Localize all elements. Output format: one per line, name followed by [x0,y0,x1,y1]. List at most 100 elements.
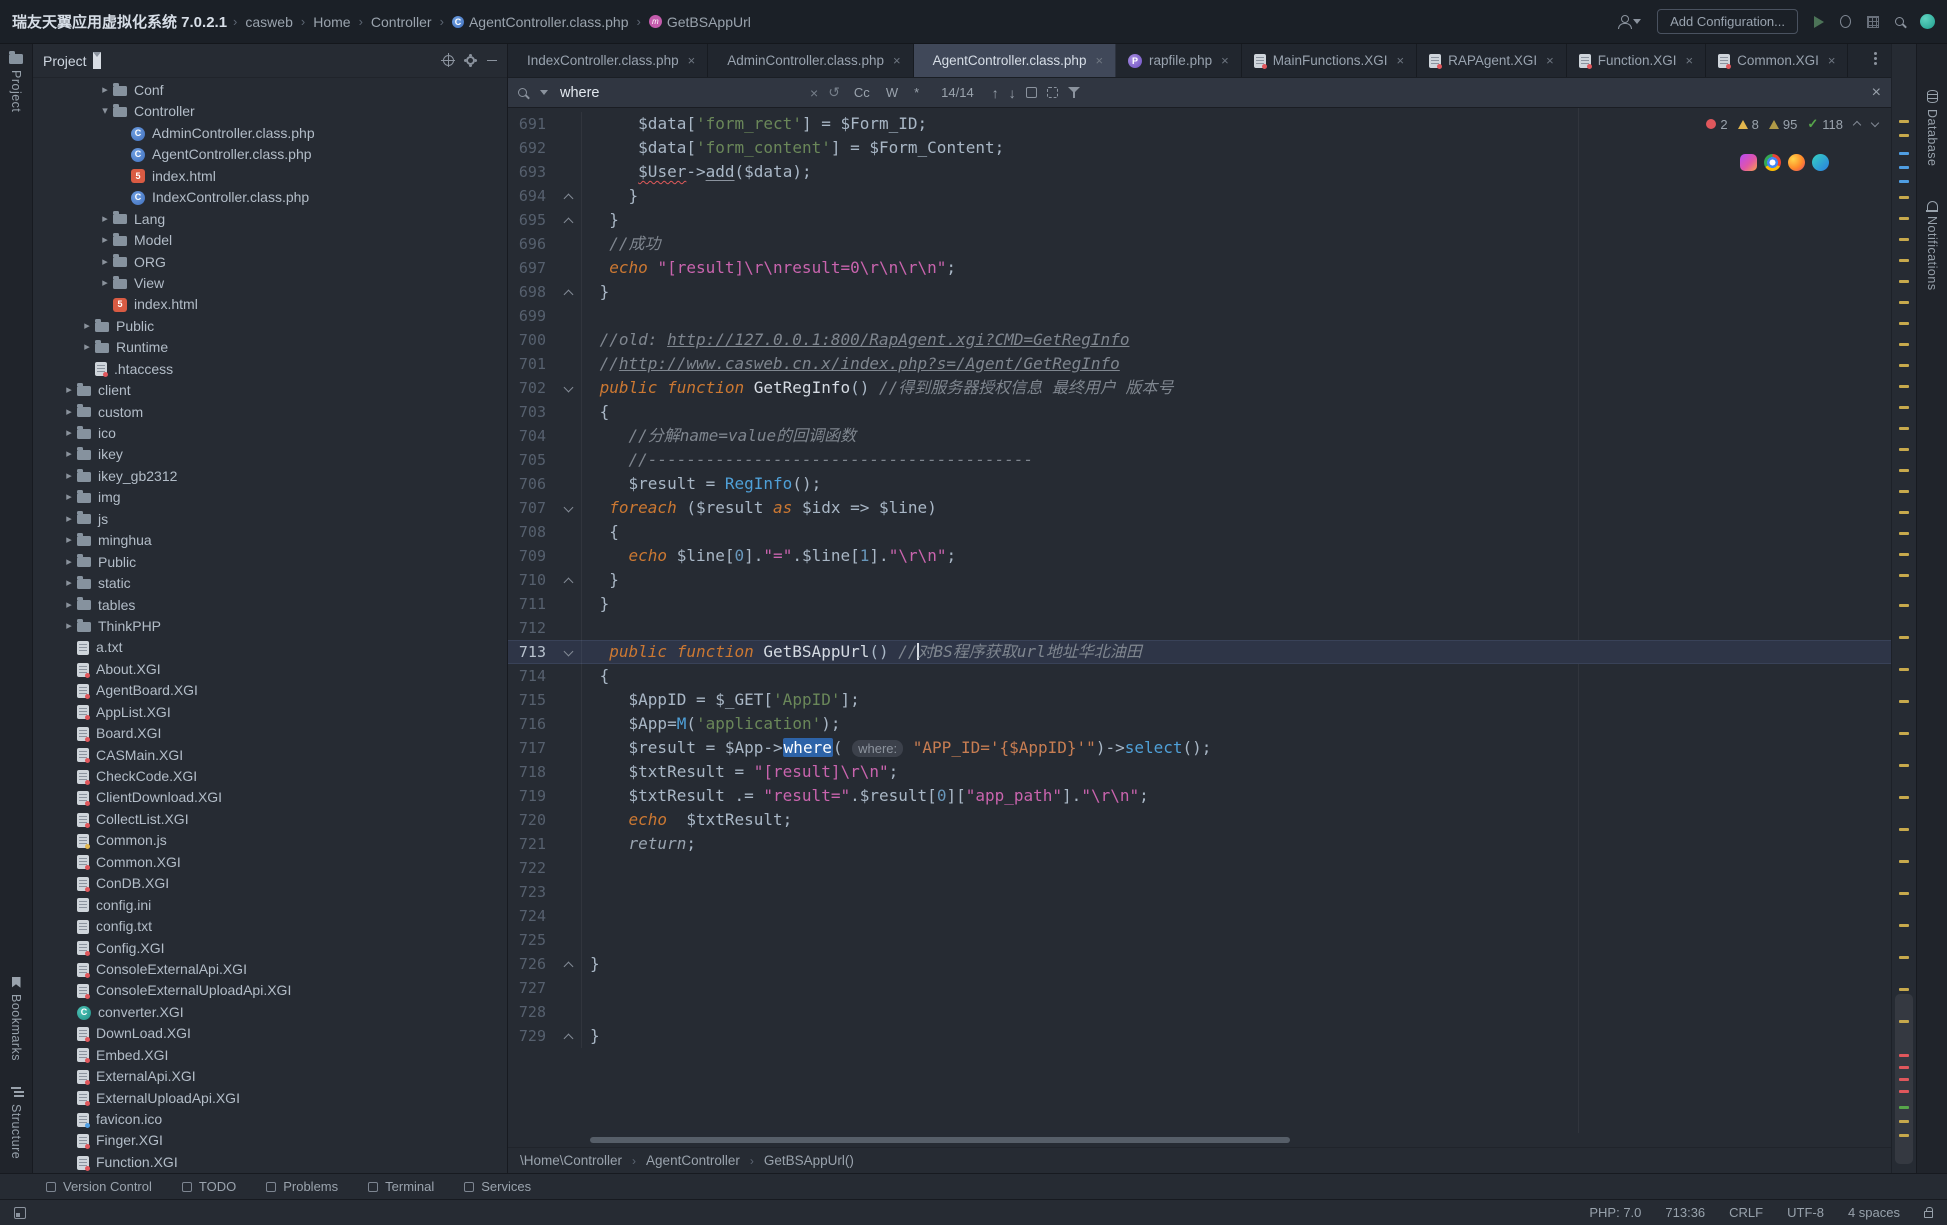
code-line-719[interactable]: 719 $txtResult .= "result=".$result[0]["… [508,784,1891,808]
search-toggle-*[interactable]: * [910,84,923,101]
clear-search-icon[interactable]: × [810,85,818,101]
add-configuration-button[interactable]: Add Configuration... [1657,9,1798,34]
code-line-701[interactable]: 701 //http://www.casweb.cn.x/index.php?s… [508,352,1891,376]
tree-collapse-icon[interactable]: ▸ [79,337,95,358]
tree-item-js[interactable]: ▸js [33,509,507,530]
code-line-691[interactable]: 691 $data['form_rect'] = $Form_ID; [508,112,1891,136]
tree-item-Common.XGI[interactable]: Common.XGI [33,852,507,873]
tool-button-database[interactable]: Database [1925,90,1939,167]
stripe-mark[interactable] [1899,120,1909,123]
code-line-705[interactable]: 705 //----------------------------------… [508,448,1891,472]
stripe-mark[interactable] [1899,828,1909,831]
tree-item-Runtime[interactable]: ▸Runtime [33,337,507,358]
tree-item-ConsoleExternalApi.XGI[interactable]: ConsoleExternalApi.XGI [33,959,507,980]
breadcrumb-item[interactable]: casweb [245,14,292,30]
tree-item-index.html[interactable]: 5index.html [33,166,507,187]
tree-item-Function.XGI[interactable]: Function.XGI [33,1152,507,1173]
code-line-711[interactable]: 711 } [508,592,1891,616]
tab-RAPAgent.XGI[interactable]: RAPAgent.XGI× [1417,44,1567,77]
fold-marker-icon[interactable] [564,960,573,969]
breadcrumb-item[interactable]: CAgentController.class.php [452,14,629,30]
tree-item-index.html[interactable]: 5index.html [33,294,507,315]
coverage-icon[interactable] [1867,16,1879,28]
tree-item-AgentBoard.XGI[interactable]: AgentBoard.XGI [33,680,507,701]
code-line-716[interactable]: 716 $App=M('application'); [508,712,1891,736]
code-line-696[interactable]: 696 //成功 [508,232,1891,256]
fold-marker-icon[interactable] [564,216,573,225]
stripe-mark[interactable] [1899,166,1909,169]
tree-collapse-icon[interactable]: ▸ [61,380,77,401]
filter-options-icon[interactable] [1047,87,1058,98]
code-line-692[interactable]: 692 $data['form_content'] = $Form_Conten… [508,136,1891,160]
stripe-mark[interactable] [1899,1120,1909,1123]
search-toggle-W[interactable]: W [882,84,902,101]
stripe-mark[interactable] [1899,217,1909,220]
status-item[interactable]: PHP: 7.0 [1589,1205,1641,1220]
tool-button-project[interactable]: Project [9,54,23,112]
code-line-715[interactable]: 715 $AppID = $_GET['AppID']; [508,688,1891,712]
breadcrumb-item[interactable]: GetBSAppUrl() [764,1153,854,1168]
tree-item-IndexController.class.php[interactable]: CIndexController.class.php [33,187,507,208]
fold-marker-icon[interactable] [564,288,573,297]
code-line-714[interactable]: 714 { [508,664,1891,688]
stripe-mark[interactable] [1899,700,1909,703]
stripe-mark[interactable] [1899,406,1909,409]
stripe-mark[interactable] [1899,924,1909,927]
stripe-mark[interactable] [1899,732,1909,735]
tree-item-Public[interactable]: ▸Public [33,552,507,573]
stripe-mark[interactable] [1899,469,1909,472]
tree-item-AppList.XGI[interactable]: AppList.XGI [33,702,507,723]
tree-collapse-icon[interactable]: ▸ [61,402,77,423]
stripe-mark[interactable] [1899,1134,1909,1137]
tool-button-version-control[interactable]: Version Control [46,1179,152,1194]
project-panel-header[interactable]: Project [33,44,507,78]
search-history-icon[interactable] [540,90,548,95]
tree-collapse-icon[interactable]: ▸ [97,209,113,230]
stripe-mark[interactable] [1899,796,1909,799]
stripe-mark[interactable] [1899,134,1909,137]
code-line-713[interactable]: 713 public function GetBSAppUrl() //对BS程… [508,640,1891,664]
tree-item-AdminController.class.php[interactable]: CAdminController.class.php [33,123,507,144]
locate-file-icon[interactable] [443,55,454,66]
breadcrumb-item[interactable]: Home [313,14,350,30]
stripe-mark[interactable] [1899,152,1909,155]
tree-item-Common.js[interactable]: Common.js [33,830,507,851]
code-line-707[interactable]: 707 foreach ($result as $idx => $line) [508,496,1891,520]
tree-item-CASMain.XGI[interactable]: CASMain.XGI [33,745,507,766]
code-line-702[interactable]: 702 public function GetRegInfo() //得到服务器… [508,376,1891,400]
user-account-button[interactable] [1617,15,1641,28]
tab-Common.XGI[interactable]: Common.XGI× [1706,44,1848,77]
status-item[interactable]: 713:36 [1665,1205,1705,1220]
code-line-698[interactable]: 698 } [508,280,1891,304]
debug-icon[interactable] [1840,15,1851,28]
tab-AdminController.class.php[interactable]: AdminController.class.php× [708,44,913,77]
stripe-mark[interactable] [1899,280,1909,283]
tree-item-ConDB.XGI[interactable]: ConDB.XGI [33,873,507,894]
close-tab-icon[interactable]: × [688,53,696,68]
fold-marker-icon[interactable] [564,504,573,513]
stripe-mark[interactable] [1899,259,1909,262]
close-tab-icon[interactable]: × [1396,53,1404,68]
tree-item-static[interactable]: ▸static [33,573,507,594]
tree-item-custom[interactable]: ▸custom [33,402,507,423]
code-line-723[interactable]: 723 [508,880,1891,904]
stripe-mark[interactable] [1899,1078,1909,1081]
stripe-mark[interactable] [1899,322,1909,325]
stripe-mark[interactable] [1899,385,1909,388]
tab-rapfile.php[interactable]: Prapfile.php× [1116,44,1242,77]
select-all-matches-icon[interactable] [1026,87,1037,98]
code-line-729[interactable]: 729} [508,1024,1891,1048]
tree-collapse-icon[interactable]: ▸ [61,466,77,487]
stripe-mark[interactable] [1899,892,1909,895]
fold-marker-icon[interactable] [564,384,573,393]
breadcrumb-item[interactable]: mGetBSAppUrl [649,14,751,30]
ide-features-icon[interactable] [1920,14,1935,29]
tool-button-terminal[interactable]: Terminal [368,1179,434,1194]
run-icon[interactable] [1814,16,1824,28]
tree-item-AgentController.class.php[interactable]: CAgentController.class.php [33,144,507,165]
tree-collapse-icon[interactable]: ▸ [97,252,113,273]
stripe-mark[interactable] [1899,1066,1909,1069]
previous-match-icon[interactable]: ↑ [992,85,999,101]
tree-item-Board.XGI[interactable]: Board.XGI [33,723,507,744]
tree-item-Lang[interactable]: ▸Lang [33,209,507,230]
